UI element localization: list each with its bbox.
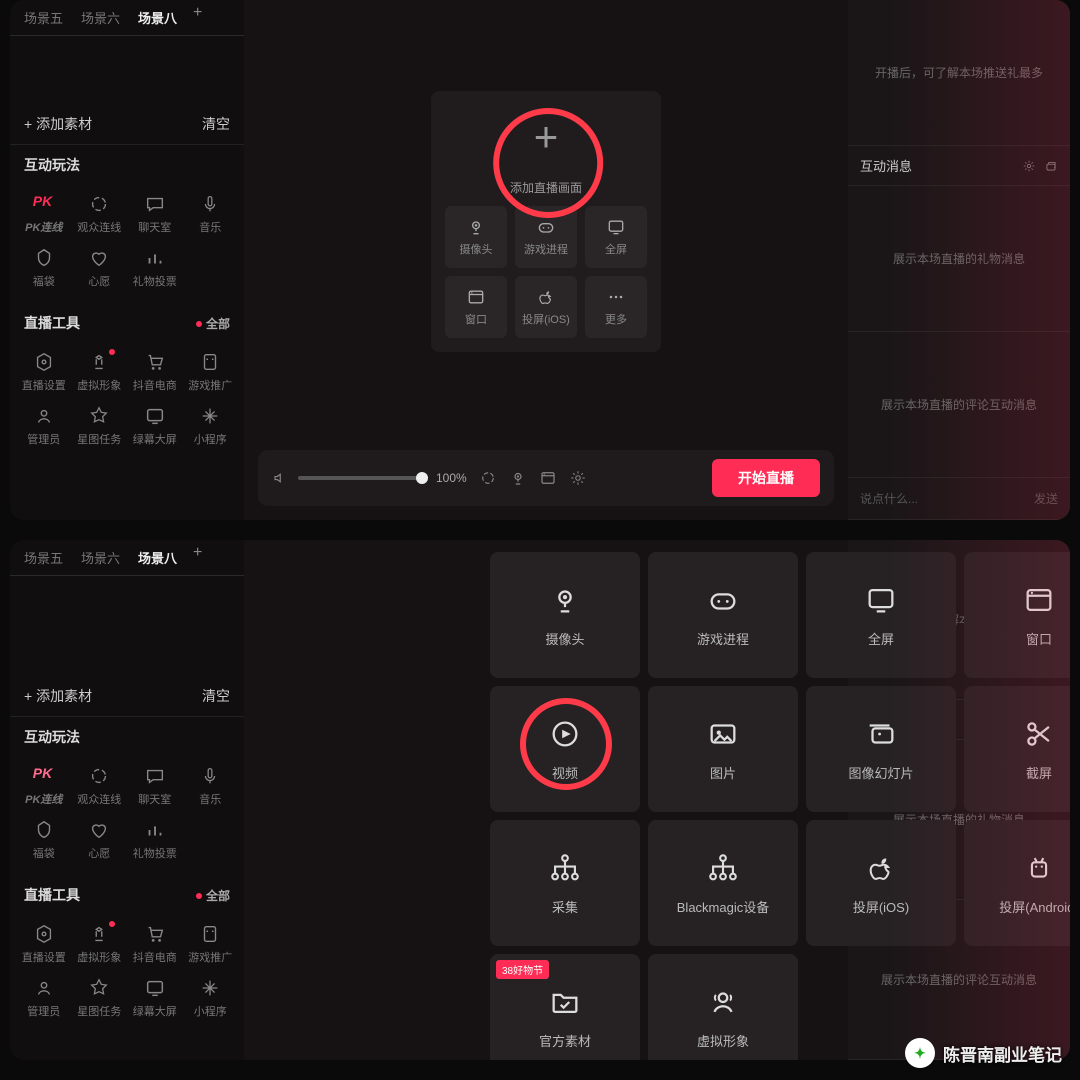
messages-title: 互动消息 bbox=[860, 156, 912, 175]
source-ios[interactable]: 投屏(iOS) bbox=[806, 820, 956, 946]
speaker-icon bbox=[272, 469, 290, 487]
miniapp-button[interactable]: 小程序 bbox=[185, 973, 237, 1023]
scene-tab[interactable]: 场景八 bbox=[130, 544, 185, 571]
source-window[interactable]: 窗口 bbox=[964, 552, 1070, 678]
source-ios-button[interactable]: 投屏(iOS) bbox=[515, 276, 577, 338]
source-more-button[interactable]: 更多 bbox=[585, 276, 647, 338]
chatroom-button[interactable]: 聊天室 bbox=[129, 761, 181, 811]
interactive-section-header: 互动玩法 bbox=[10, 145, 244, 185]
chatroom-button[interactable]: 聊天室 bbox=[129, 189, 181, 239]
refresh-icon[interactable] bbox=[479, 469, 497, 487]
stream-settings-button[interactable]: 直播设置 bbox=[18, 347, 70, 397]
stream-settings-button[interactable]: 直播设置 bbox=[18, 919, 70, 969]
promo-badge: 38好物节 bbox=[496, 960, 549, 979]
source-camera-button[interactable]: 摄像头 bbox=[445, 206, 507, 268]
tools-section-header: 直播工具 bbox=[24, 885, 80, 905]
scene-tab[interactable]: 场景八 bbox=[130, 4, 185, 31]
source-avatar[interactable]: 虚拟形象 bbox=[648, 954, 798, 1060]
source-window-button[interactable]: 窗口 bbox=[445, 276, 507, 338]
clear-button[interactable]: 清空 bbox=[202, 114, 230, 134]
comments-panel: 展示本场直播的评论互动消息 bbox=[848, 332, 1070, 478]
greenscreen-button[interactable]: 绿幕大屏 bbox=[129, 401, 181, 451]
pk-button[interactable]: PKPK连线 bbox=[18, 189, 70, 239]
tools-grid: 直播设置 虚拟形象 抖音电商 游戏推广 管理员 星图任务 绿幕大屏 小程序 bbox=[10, 343, 244, 461]
scene-tab[interactable]: 场景六 bbox=[73, 4, 128, 31]
audience-link-button[interactable]: 观众连线 bbox=[74, 761, 126, 811]
luckybag-button[interactable]: 福袋 bbox=[18, 815, 70, 865]
source-image[interactable]: 图片 bbox=[648, 686, 798, 812]
source-slideshow[interactable]: 图像幻灯片 bbox=[806, 686, 956, 812]
greenscreen-button[interactable]: 绿幕大屏 bbox=[129, 973, 181, 1023]
add-material-button[interactable]: + 添加素材 bbox=[24, 686, 92, 706]
volume-value: 100% bbox=[436, 471, 467, 485]
start-stream-button[interactable]: 开始直播 bbox=[712, 459, 820, 497]
chat-input[interactable]: 说点什么... bbox=[860, 490, 918, 507]
admin-button[interactable]: 管理员 bbox=[18, 401, 70, 451]
star-task-button[interactable]: 星图任务 bbox=[74, 973, 126, 1023]
gift-vote-button[interactable]: 礼物投票 bbox=[129, 243, 181, 293]
wish-button[interactable]: 心愿 bbox=[74, 815, 126, 865]
scene-tab[interactable]: 场景六 bbox=[73, 544, 128, 571]
admin-button[interactable]: 管理员 bbox=[18, 973, 70, 1023]
source-capture[interactable]: 采集 bbox=[490, 820, 640, 946]
source-official[interactable]: 38好物节官方素材 bbox=[490, 954, 640, 1060]
game-promo-button[interactable]: 游戏推广 bbox=[185, 347, 237, 397]
audience-link-button[interactable]: 观众连线 bbox=[74, 189, 126, 239]
game-promo-button[interactable]: 游戏推广 bbox=[185, 919, 237, 969]
source-android[interactable]: 投屏(Android) bbox=[964, 820, 1070, 946]
camera-icon[interactable] bbox=[509, 469, 527, 487]
avatar-tool-button[interactable]: 虚拟形象 bbox=[74, 347, 126, 397]
music-button[interactable]: 音乐 bbox=[185, 761, 237, 811]
gift-vote-button[interactable]: 礼物投票 bbox=[129, 815, 181, 865]
source-video[interactable]: 视频 bbox=[490, 686, 640, 812]
source-picker-grid: 摄像头 游戏进程 全屏 窗口 视频 图片 图像幻灯片 截屏 采集 Blackma… bbox=[490, 552, 1070, 1060]
tools-all-link[interactable]: 全部 bbox=[196, 887, 230, 904]
avatar-tool-button[interactable]: 虚拟形象 bbox=[74, 919, 126, 969]
wish-button[interactable]: 心愿 bbox=[74, 243, 126, 293]
add-source-plus-button[interactable]: + bbox=[514, 105, 578, 169]
source-camera[interactable]: 摄像头 bbox=[490, 552, 640, 678]
scene-tab[interactable]: 场景五 bbox=[16, 4, 71, 31]
scene-tabs: 场景五 场景六 场景八 + bbox=[10, 0, 244, 36]
add-scene-button[interactable]: + bbox=[187, 544, 208, 571]
ecommerce-button[interactable]: 抖音电商 bbox=[129, 347, 181, 397]
wechat-icon: ✦ bbox=[905, 1038, 935, 1068]
add-source-panel: + 添加直播画面 摄像头 游戏进程 全屏 窗口 投屏(iOS) 更多 bbox=[431, 91, 661, 352]
gifts-panel: 展示本场直播的礼物消息 bbox=[848, 186, 1070, 332]
source-fullscreen[interactable]: 全屏 bbox=[806, 552, 956, 678]
volume-control[interactable]: 100% bbox=[272, 469, 467, 487]
settings-icon[interactable] bbox=[569, 469, 587, 487]
popout-icon[interactable] bbox=[1044, 159, 1058, 173]
watermark: ✦ 陈晋南副业笔记 bbox=[905, 1038, 1062, 1068]
interactive-section-header: 互动玩法 bbox=[10, 717, 244, 757]
tools-section-header: 直播工具 bbox=[24, 313, 80, 333]
control-bar: 100% 开始直播 bbox=[258, 450, 834, 506]
record-icon[interactable] bbox=[539, 469, 557, 487]
pk-button[interactable]: PKPK连线 bbox=[18, 761, 70, 811]
source-fullscreen-button[interactable]: 全屏 bbox=[585, 206, 647, 268]
miniapp-button[interactable]: 小程序 bbox=[185, 401, 237, 451]
info-panel: 开播后，可了解本场推送礼最多 bbox=[848, 0, 1070, 146]
star-task-button[interactable]: 星图任务 bbox=[74, 401, 126, 451]
luckybag-button[interactable]: 福袋 bbox=[18, 243, 70, 293]
add-material-button[interactable]: + 添加素材 bbox=[24, 114, 92, 134]
interactive-grid: PKPK连线 观众连线 聊天室 音乐 福袋 心愿 礼物投票 bbox=[10, 185, 244, 303]
source-blackmagic[interactable]: Blackmagic设备 bbox=[648, 820, 798, 946]
ecommerce-button[interactable]: 抖音电商 bbox=[129, 919, 181, 969]
source-game-button[interactable]: 游戏进程 bbox=[515, 206, 577, 268]
music-button[interactable]: 音乐 bbox=[185, 189, 237, 239]
send-button[interactable]: 发送 bbox=[1034, 490, 1058, 507]
scene-tab[interactable]: 场景五 bbox=[16, 544, 71, 571]
add-source-label: 添加直播画面 bbox=[510, 179, 582, 196]
add-scene-button[interactable]: + bbox=[187, 4, 208, 31]
gear-icon[interactable] bbox=[1022, 159, 1036, 173]
tools-all-link[interactable]: 全部 bbox=[196, 315, 230, 332]
source-screenshot[interactable]: 截屏 bbox=[964, 686, 1070, 812]
volume-slider[interactable] bbox=[298, 476, 428, 480]
source-gameprocess[interactable]: 游戏进程 bbox=[648, 552, 798, 678]
clear-button[interactable]: 清空 bbox=[202, 686, 230, 706]
